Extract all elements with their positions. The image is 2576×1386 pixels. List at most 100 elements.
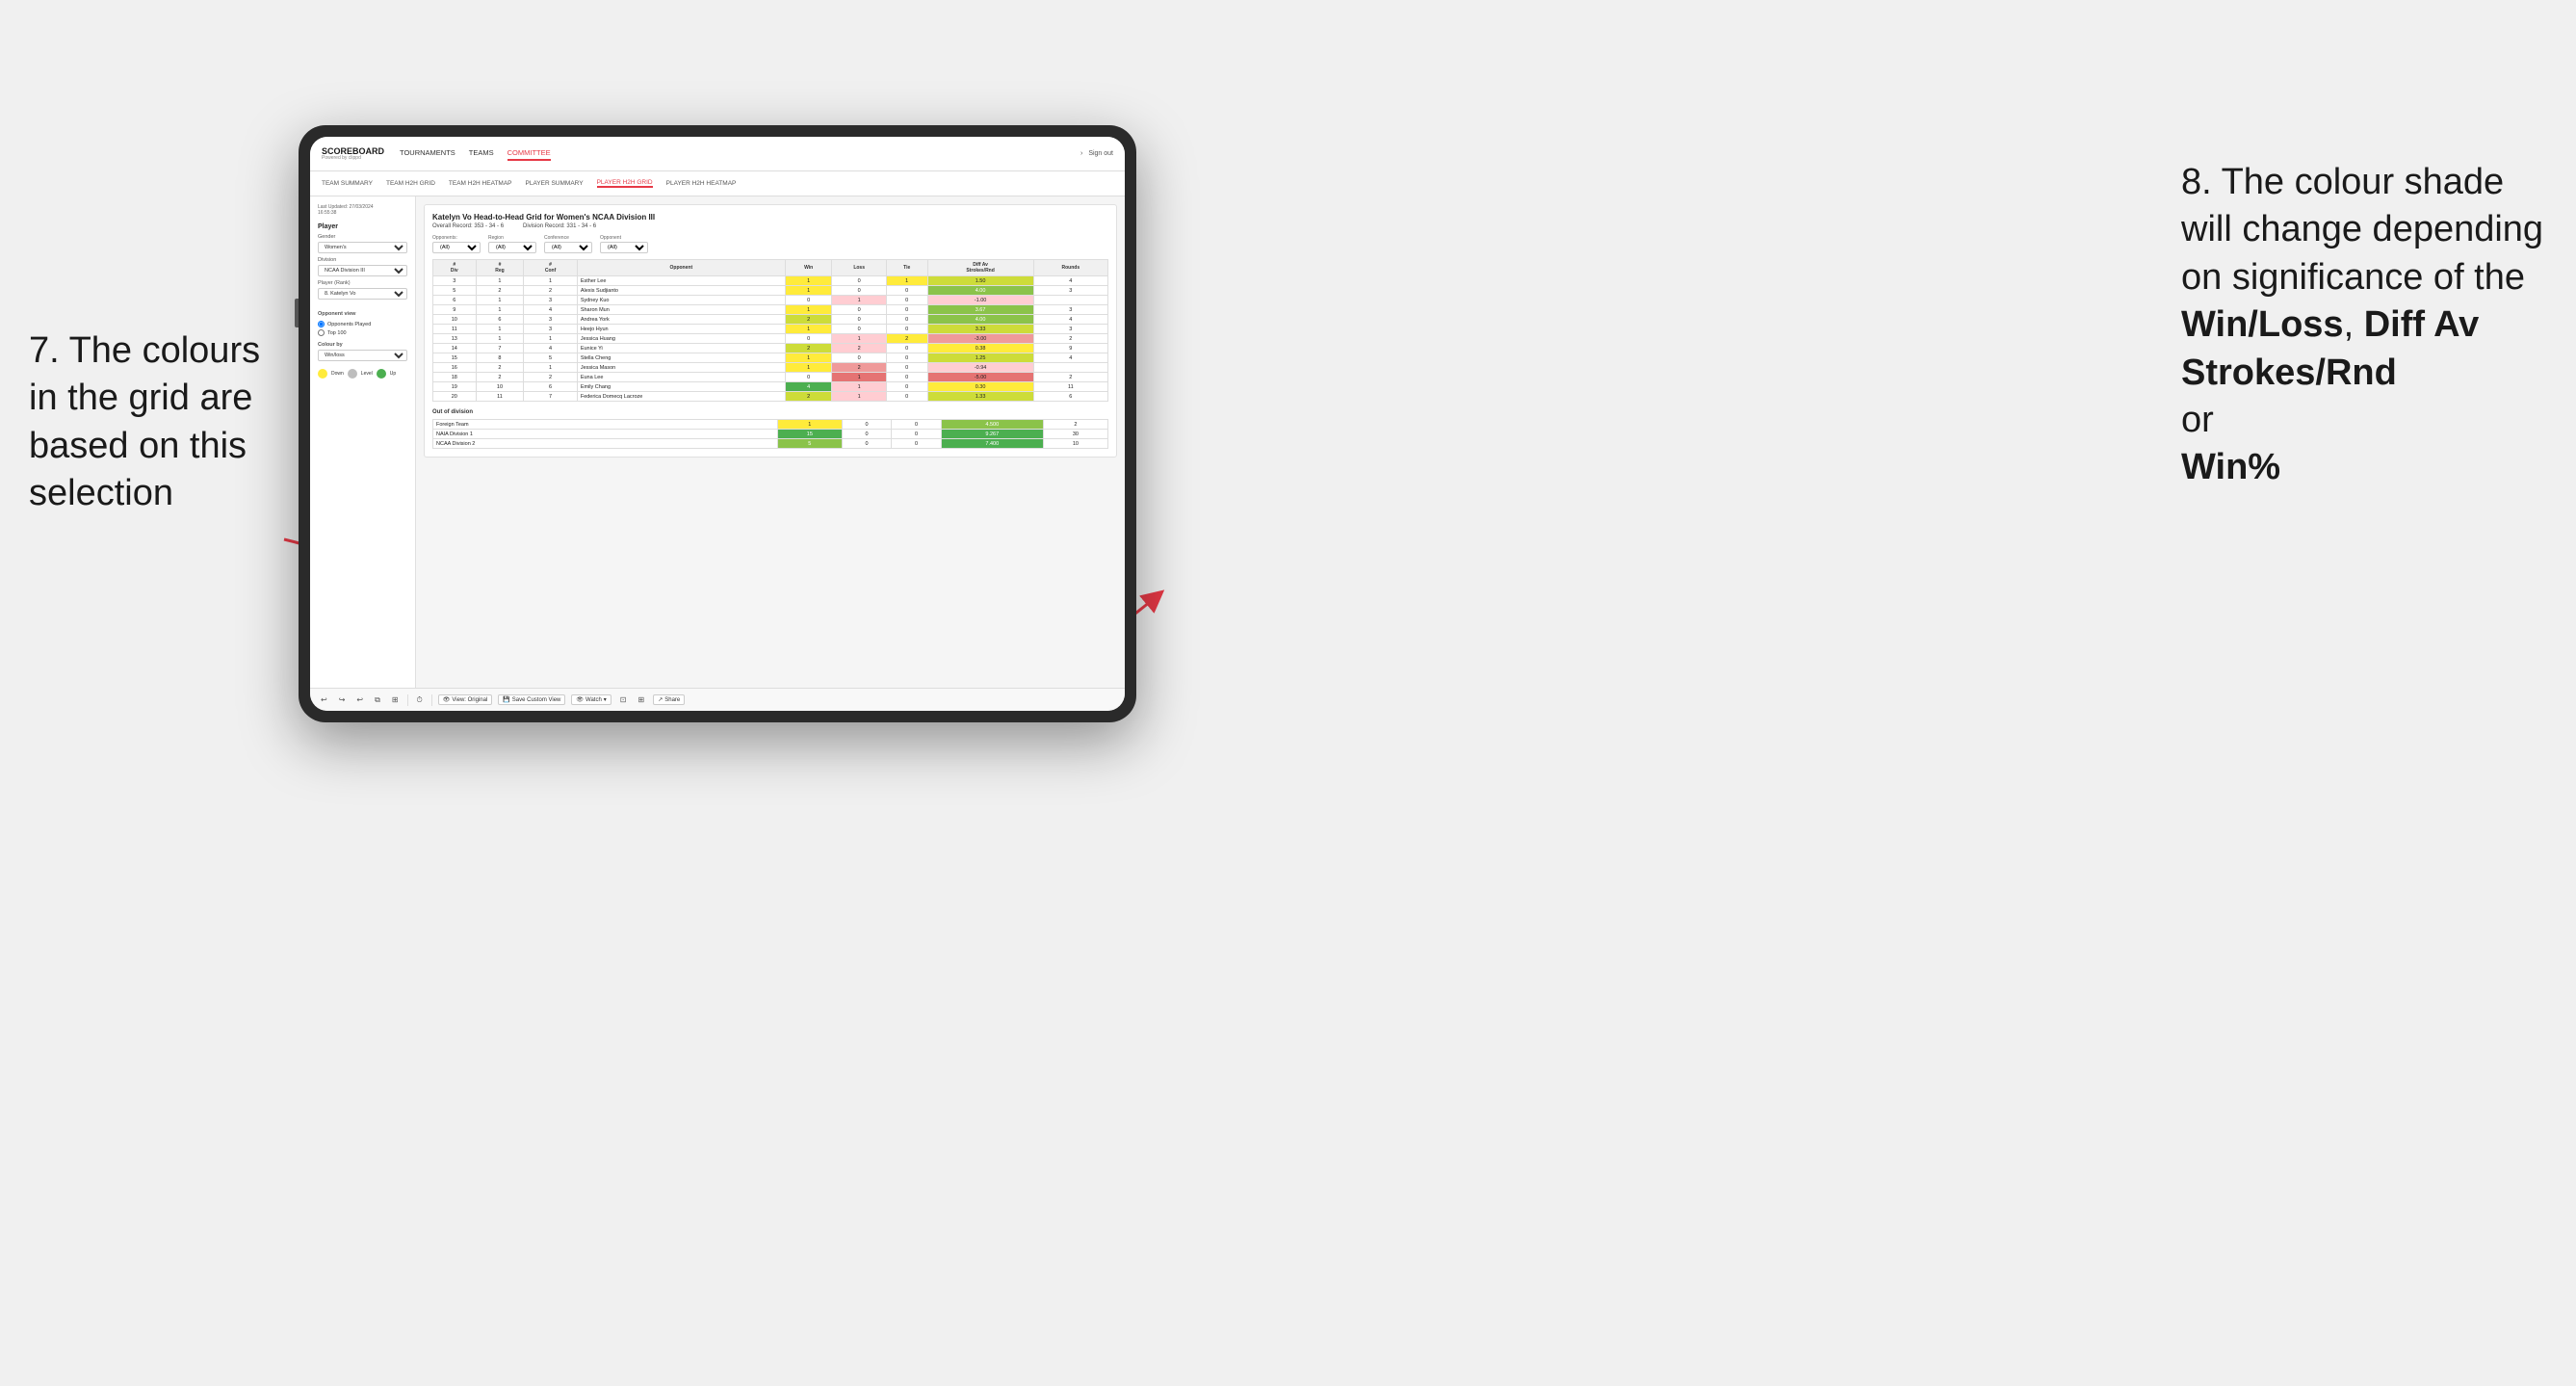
ood-cell-diff: 9.267 bbox=[941, 430, 1043, 439]
cell-conf: 7 bbox=[524, 392, 578, 402]
save-icon: 💾 bbox=[503, 696, 509, 703]
redo-button[interactable]: ↪ bbox=[336, 694, 349, 705]
top-100-radio[interactable] bbox=[318, 329, 325, 336]
player-rank-select[interactable]: 8. Katelyn Vo bbox=[318, 288, 407, 300]
cell-diff: -1.00 bbox=[927, 296, 1033, 305]
cell-reg: 8 bbox=[476, 353, 524, 363]
left-panel: Last Updated: 27/03/2024 16:55:38 Player… bbox=[310, 196, 416, 688]
subnav-player-h2h-grid[interactable]: PLAYER H2H GRID bbox=[597, 179, 653, 188]
cell-div: 11 bbox=[433, 325, 477, 334]
nav-committee[interactable]: COMMITTEE bbox=[507, 146, 551, 161]
right-annotation: 8. The colour shade will change dependin… bbox=[2181, 159, 2547, 492]
opponent-filter-select[interactable]: (All) bbox=[600, 242, 648, 253]
view-original-button[interactable]: 👁 View: Original bbox=[438, 694, 493, 705]
save-custom-button[interactable]: 💾 Save Custom View bbox=[498, 694, 565, 705]
cell-tie: 1 bbox=[886, 276, 927, 286]
ood-cell-win: 15 bbox=[777, 430, 842, 439]
cell-opponent: Heejo Hyun bbox=[577, 325, 785, 334]
undo-button[interactable]: ↩ bbox=[318, 694, 330, 705]
subnav-player-summary[interactable]: PLAYER SUMMARY bbox=[526, 180, 584, 187]
left-annotation-text: 7. The colours in the grid are based on … bbox=[29, 330, 260, 513]
nav-teams[interactable]: TEAMS bbox=[469, 146, 494, 161]
clock-button[interactable]: ⏱ bbox=[414, 694, 426, 706]
colour-legend: Down Level Up bbox=[318, 369, 407, 379]
cell-loss: 2 bbox=[832, 344, 886, 353]
cell-loss: 2 bbox=[832, 363, 886, 373]
sign-out-link[interactable]: Sign out bbox=[1088, 150, 1113, 157]
eye-icon: 👁 bbox=[443, 696, 451, 703]
division-select[interactable]: NCAA Division III bbox=[318, 265, 407, 276]
opponents-played-option[interactable]: Opponents Played bbox=[318, 321, 407, 327]
cell-conf: 2 bbox=[524, 286, 578, 296]
legend-level-dot bbox=[348, 369, 357, 379]
ood-cell-diff: 4.500 bbox=[941, 420, 1043, 430]
top-100-option[interactable]: Top 100 bbox=[318, 329, 407, 336]
cell-loss: 1 bbox=[832, 334, 886, 344]
ood-cell-opponent: NCAA Division 2 bbox=[433, 439, 778, 449]
cell-div: 6 bbox=[433, 296, 477, 305]
watch-chevron: ▾ bbox=[604, 696, 607, 703]
save-custom-label: Save Custom View bbox=[512, 697, 561, 703]
copy-button[interactable]: ⧉ bbox=[372, 694, 383, 706]
right-bold1: Win/Loss bbox=[2181, 304, 2344, 345]
grid-button[interactable]: ⊞ bbox=[636, 694, 648, 705]
colour-by-select[interactable]: Win/loss bbox=[318, 350, 407, 361]
table-row: 13 1 1 Jessica Huang 0 1 2 -3.00 2 bbox=[433, 334, 1108, 344]
cell-reg: 1 bbox=[476, 305, 524, 315]
th-diff: Diff AvStrokes/Rnd bbox=[927, 260, 1033, 276]
ood-cell-win: 5 bbox=[777, 439, 842, 449]
conference-filter-select[interactable]: (All) bbox=[544, 242, 592, 253]
ood-cell-tie: 0 bbox=[892, 439, 941, 449]
cell-conf: 4 bbox=[524, 344, 578, 353]
share-button[interactable]: ↗ Share bbox=[653, 694, 685, 705]
subnav-team-h2h-heatmap[interactable]: TEAM H2H HEATMAP bbox=[449, 180, 512, 187]
th-win: Win bbox=[785, 260, 832, 276]
table-row: 3 1 1 Esther Lee 1 0 1 1.50 4 bbox=[433, 276, 1108, 286]
table-row: 10 6 3 Andrea York 2 0 0 4.00 4 bbox=[433, 315, 1108, 325]
cell-opponent: Alexis Sudjianto bbox=[577, 286, 785, 296]
cell-conf: 3 bbox=[524, 315, 578, 325]
cell-conf: 3 bbox=[524, 325, 578, 334]
grid-record: Overall Record: 353 - 34 - 6 Division Re… bbox=[432, 223, 1108, 229]
cell-tie: 0 bbox=[886, 382, 927, 392]
watch-button[interactable]: 👁 Watch ▾ bbox=[571, 694, 611, 705]
paste-button[interactable]: ⊞ bbox=[389, 694, 402, 705]
cell-tie: 0 bbox=[886, 296, 927, 305]
opponents-played-radio[interactable] bbox=[318, 321, 325, 327]
colour-by-label: Colour by bbox=[318, 342, 407, 348]
cell-tie: 0 bbox=[886, 325, 927, 334]
subnav-player-h2h-heatmap[interactable]: PLAYER H2H HEATMAP bbox=[666, 180, 737, 187]
subnav-team-summary[interactable]: TEAM SUMMARY bbox=[322, 180, 373, 187]
cell-win: 2 bbox=[785, 315, 832, 325]
cell-reg: 2 bbox=[476, 373, 524, 382]
cell-conf: 4 bbox=[524, 305, 578, 315]
nav-tournaments[interactable]: TOURNAMENTS bbox=[400, 146, 455, 161]
cell-div: 18 bbox=[433, 373, 477, 382]
export-button[interactable]: ⊡ bbox=[617, 694, 630, 705]
region-filter-select[interactable]: (All) bbox=[488, 242, 536, 253]
table-row: 20 11 7 Federica Domecq Lacroze 2 1 0 1.… bbox=[433, 392, 1108, 402]
gender-select[interactable]: Women's bbox=[318, 242, 407, 253]
undo2-button[interactable]: ↩ bbox=[353, 694, 366, 705]
region-filter: Region (All) bbox=[488, 235, 536, 253]
cell-loss: 0 bbox=[832, 276, 886, 286]
cell-conf: 1 bbox=[524, 276, 578, 286]
cell-loss: 1 bbox=[832, 296, 886, 305]
opponents-filter: Opponents: (All) bbox=[432, 235, 481, 253]
table-header-row: #Div #Reg #Conf Opponent Win Loss Tie Di… bbox=[433, 260, 1108, 276]
watch-icon: 👁 bbox=[576, 696, 584, 703]
cell-reg: 2 bbox=[476, 363, 524, 373]
cell-diff: -5.00 bbox=[927, 373, 1033, 382]
cell-reg: 6 bbox=[476, 315, 524, 325]
th-conf: #Conf bbox=[524, 260, 578, 276]
table-row: 18 2 2 Euna Lee 0 1 0 -5.00 2 bbox=[433, 373, 1108, 382]
cell-tie: 0 bbox=[886, 286, 927, 296]
sub-navigation: TEAM SUMMARY TEAM H2H GRID TEAM H2H HEAT… bbox=[310, 171, 1125, 196]
player-rank-label: Player (Rank) bbox=[318, 280, 407, 286]
top-100-label: Top 100 bbox=[327, 330, 347, 336]
tablet-device: SCOREBOARD Powered by clippd TOURNAMENTS… bbox=[299, 125, 1136, 722]
subnav-team-h2h-grid[interactable]: TEAM H2H GRID bbox=[386, 180, 435, 187]
cell-opponent: Sharon Mun bbox=[577, 305, 785, 315]
opponents-filter-select[interactable]: (All) bbox=[432, 242, 481, 253]
cell-opponent: Sydney Kuo bbox=[577, 296, 785, 305]
